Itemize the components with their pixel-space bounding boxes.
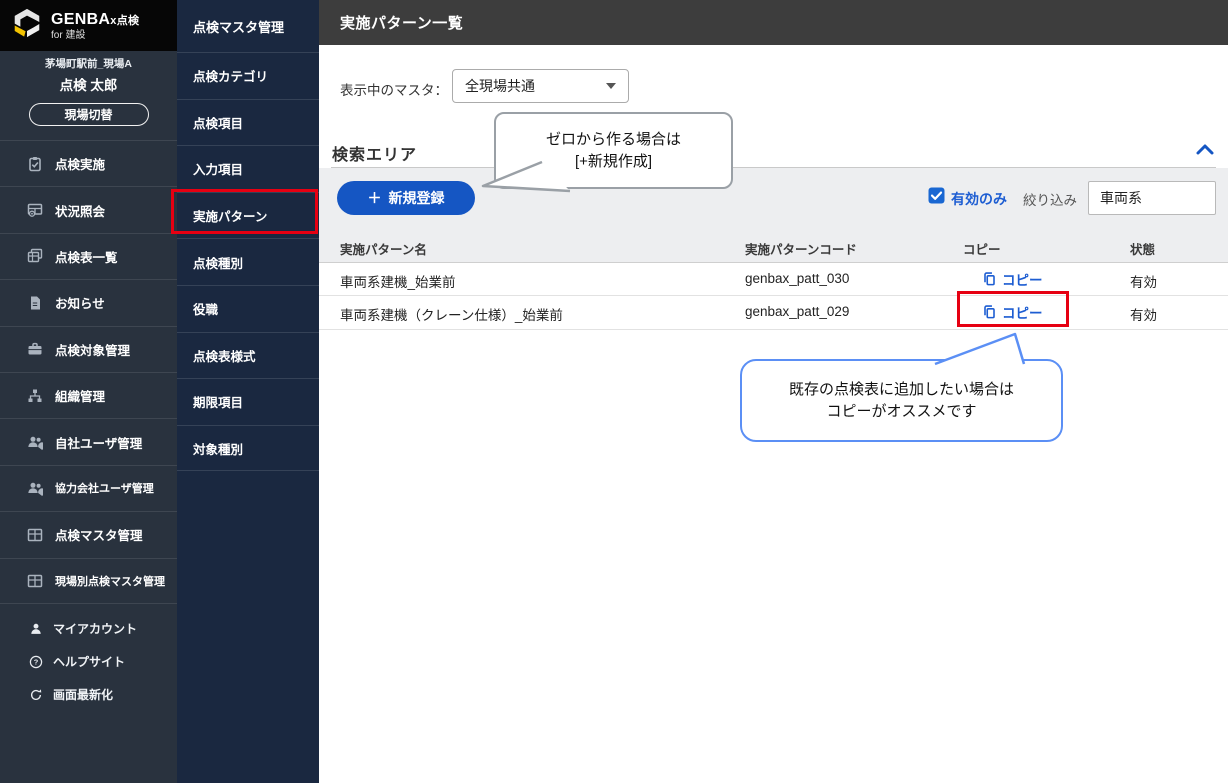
sidebar-item-help-site[interactable]: ? ヘルプサイト: [0, 645, 177, 678]
active-only-checkbox[interactable]: [928, 187, 945, 204]
document-icon: [26, 294, 43, 311]
submenu-item-role[interactable]: 役職: [177, 285, 319, 332]
sidebar-item-news[interactable]: お知らせ: [0, 279, 177, 325]
site-switch-button[interactable]: 現場切替: [29, 103, 149, 126]
submenu-item-input-items[interactable]: 入力項目: [177, 145, 319, 192]
filter-input[interactable]: [1088, 181, 1216, 215]
column-header-copy: コピー: [963, 239, 1001, 258]
sidebar-item-organization[interactable]: 組織管理: [0, 372, 177, 418]
person-icon: [27, 620, 44, 637]
sidebar-item-label: 点検マスタ管理: [55, 525, 143, 544]
master-select[interactable]: 全現場共通: [452, 69, 629, 103]
user-block: 茅場町駅前_現場A 点検 太郎 現場切替: [0, 56, 177, 126]
copy-icon: [982, 271, 997, 287]
table-icon: [26, 526, 43, 543]
sidebar-item-label: 状況照会: [55, 201, 105, 220]
callout-tail: [478, 154, 578, 196]
sidebar-item-status-inquiry[interactable]: 状況照会: [0, 186, 177, 232]
filter-label: 絞り込み: [1023, 189, 1077, 209]
sidebar-nav: 点検実施 状況照会 点検表一覧 お知らせ: [0, 140, 177, 604]
main-content: 実施パターン一覧 表示中のマスタ： 全現場共通 検索エリア ＋ 新規登録 有効の…: [319, 0, 1228, 783]
submenu-item-deadline-items[interactable]: 期限項目: [177, 378, 319, 425]
pattern-table: 車両系建機_始業前 genbax_patt_030 コピー 有効 車両系建機（ク…: [319, 262, 1228, 330]
app-logo[interactable]: GENBAx点検 for 建設: [0, 0, 177, 51]
sidebar-item-label: 点検実施: [55, 154, 105, 173]
annotation-box-copy-button: [957, 291, 1069, 327]
submenu-header: 点検マスタ管理: [177, 0, 319, 52]
page-title: 実施パターン一覧: [340, 12, 463, 33]
pattern-name-cell: 車両系建機_始業前: [340, 271, 456, 291]
submenu-item-category[interactable]: 点検カテゴリ: [177, 52, 319, 99]
table-row[interactable]: 車両系建機（クレーン仕様）_始業前 genbax_patt_029 コピー 有効: [319, 296, 1228, 330]
sidebar-item-label: 点検表一覧: [55, 247, 118, 266]
app-window: GENBAx点検 for 建設 茅場町駅前_現場A 点検 太郎 現場切替 点検実…: [0, 0, 1228, 783]
sidebar-item-own-users[interactable]: 自社ユーザ管理: [0, 418, 177, 464]
copy-button[interactable]: コピー: [982, 269, 1043, 289]
submenu-item-sheet-format[interactable]: 点検表様式: [177, 332, 319, 379]
sidebar-item-label: ヘルプサイト: [53, 653, 125, 670]
refresh-icon: [27, 686, 44, 703]
sidebar-item-label: 画面最新化: [53, 686, 113, 703]
sidebar-item-site-master-management[interactable]: 現場別点検マスタ管理: [0, 558, 177, 604]
page-header-bar: 実施パターン一覧: [319, 0, 1228, 45]
table-row[interactable]: 車両系建機_始業前 genbax_patt_030 コピー 有効: [319, 262, 1228, 296]
master-select-value: 全現場共通: [465, 76, 606, 96]
annotation-box-execution-pattern: [171, 189, 318, 234]
sidebar-item-my-account[interactable]: マイアカウント: [0, 612, 177, 645]
submenu-item-inspection-items[interactable]: 点検項目: [177, 99, 319, 146]
sidebar-item-label: 点検対象管理: [55, 340, 130, 359]
sidebar-item-inspection-execute[interactable]: 点検実施: [0, 140, 177, 186]
master-select-label: 表示中のマスタ：: [340, 79, 448, 99]
sidebar-item-master-management[interactable]: 点検マスタ管理: [0, 511, 177, 557]
sidebar-item-sheet-list[interactable]: 点検表一覧: [0, 233, 177, 279]
column-header-pattern-name: 実施パターン名: [340, 239, 427, 258]
sidebar-item-label: マイアカウント: [53, 620, 137, 637]
submenu-inspection-master: 点検マスタ管理 点検カテゴリ 点検項目 入力項目 実施パターン 点検種別 役職 …: [177, 0, 319, 783]
active-only-label[interactable]: 有効のみ: [951, 189, 1007, 209]
sidebar-item-target-management[interactable]: 点検対象管理: [0, 326, 177, 372]
sidebar-item-label: 組織管理: [55, 386, 105, 405]
status-board-icon: [26, 202, 43, 219]
status-cell: 有効: [1130, 271, 1157, 291]
sidebar: GENBAx点検 for 建設 茅場町駅前_現場A 点検 太郎 現場切替 点検実…: [0, 0, 177, 783]
submenu-item-inspection-type[interactable]: 点検種別: [177, 238, 319, 285]
svg-text:?: ?: [33, 657, 38, 666]
sidebar-item-label: お知らせ: [55, 293, 105, 312]
users-icon: [26, 480, 43, 497]
sidebar-item-partner-users[interactable]: 協力会社ユーザ管理: [0, 465, 177, 511]
plus-icon: ＋: [368, 188, 382, 208]
org-chart-icon: [26, 387, 43, 404]
callout-copy-recommend: 既存の点検表に追加したい場合は コピーがオススメです: [740, 359, 1063, 442]
sheet-list-icon: [26, 248, 43, 265]
column-header-status: 状態: [1130, 239, 1155, 258]
pattern-name-cell: 車両系建機（クレーン仕様）_始業前: [340, 304, 563, 324]
app-logo-text: GENBAx点検 for 建設: [51, 11, 139, 41]
column-header-pattern-code: 実施パターンコード: [745, 239, 857, 258]
sidebar-item-label: 自社ユーザ管理: [55, 433, 142, 452]
search-area-heading: 検索エリア: [332, 141, 417, 165]
table-icon: [26, 572, 43, 589]
users-icon: [26, 434, 43, 451]
sidebar-item-label: 協力会社ユーザ管理: [55, 480, 154, 496]
current-site-label: 茅場町駅前_現場A: [0, 56, 177, 71]
sidebar-item-screen-refresh[interactable]: 画面最新化: [0, 678, 177, 711]
pattern-code-cell: genbax_patt_030: [745, 271, 849, 286]
sidebar-item-label: 現場別点検マスタ管理: [55, 573, 165, 589]
briefcase-icon: [26, 341, 43, 358]
collapse-chevron-up-icon[interactable]: [1195, 142, 1215, 158]
help-circle-icon: ?: [27, 653, 44, 670]
new-registration-button[interactable]: ＋ 新規登録: [337, 181, 475, 215]
chevron-down-icon: [606, 83, 616, 89]
genba-logo-icon: [10, 6, 44, 45]
status-cell: 有効: [1130, 304, 1157, 324]
submenu-item-target-type[interactable]: 対象種別: [177, 425, 319, 472]
user-name: 点検 太郎: [0, 74, 177, 94]
pattern-code-cell: genbax_patt_029: [745, 304, 849, 319]
sidebar-utility: マイアカウント ? ヘルプサイト 画面最新化: [0, 612, 177, 711]
clipboard-check-icon: [26, 155, 43, 172]
callout-tail: [925, 328, 1030, 366]
